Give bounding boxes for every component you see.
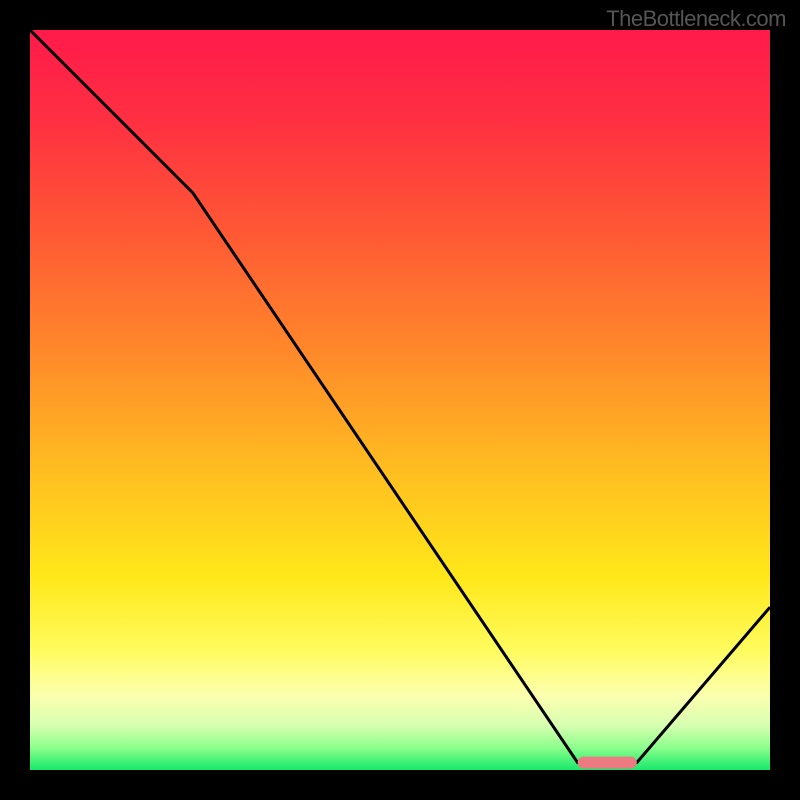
watermark-text: TheBottleneck.com — [606, 6, 786, 32]
chart-frame: TheBottleneck.com — [0, 0, 800, 800]
bottleneck-chart — [30, 30, 770, 770]
plot-area — [30, 30, 770, 770]
optimal-marker — [578, 757, 637, 769]
